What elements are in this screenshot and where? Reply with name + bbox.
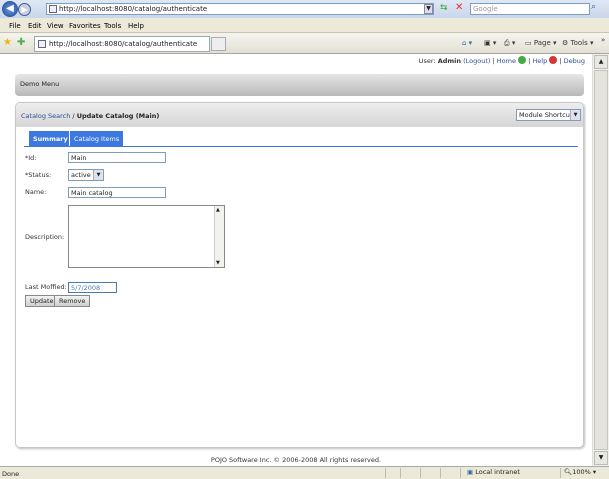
scroll-down-icon[interactable]: ▼ bbox=[594, 451, 608, 465]
id-label: *Id: bbox=[25, 154, 37, 162]
status-divider bbox=[440, 468, 441, 478]
address-input[interactable]: http://localhost:8080/catalog/authentica… bbox=[46, 3, 434, 15]
search-input[interactable]: Google bbox=[470, 3, 590, 15]
browser-tab[interactable]: http://localhost:8080/catalog/authentica… bbox=[34, 36, 210, 52]
search-icon[interactable]: ⌕ bbox=[591, 2, 607, 16]
description-textarea[interactable] bbox=[68, 205, 225, 268]
status-divider bbox=[560, 468, 561, 478]
user-bar: User: Admin (Logout) | Home | Help | Deb… bbox=[418, 56, 585, 65]
tools-menu[interactable]: ⚙ Tools ▾ bbox=[562, 39, 594, 47]
help-link[interactable]: Help bbox=[532, 57, 547, 65]
status-divider bbox=[460, 468, 461, 478]
module-shortcuts-select[interactable]: Module Shortcuts ▼ bbox=[516, 109, 581, 121]
description-label: Description: bbox=[25, 233, 65, 241]
address-bar-row: ◀ ▶ http://localhost:8080/catalog/authen… bbox=[0, 0, 609, 18]
textarea-scrollbar[interactable]: ▲ ▼ bbox=[214, 206, 224, 267]
status-divider bbox=[420, 468, 421, 478]
stop-icon[interactable]: ✕ bbox=[455, 2, 463, 13]
page-scrollbar[interactable]: ▲ ▼ bbox=[592, 54, 609, 466]
status-divider bbox=[400, 468, 401, 478]
chevron-down-icon: ▼ bbox=[93, 170, 103, 180]
feeds-icon[interactable]: ▣ ▾ bbox=[484, 39, 496, 47]
id-input[interactable]: Main bbox=[68, 152, 166, 163]
menu-view[interactable]: View bbox=[47, 22, 64, 30]
menu-tools[interactable]: Tools bbox=[104, 22, 121, 30]
status-divider bbox=[385, 468, 386, 478]
scroll-thumb[interactable] bbox=[594, 70, 608, 450]
address-dropdown-button[interactable]: ▼ bbox=[424, 4, 433, 14]
tab-underline bbox=[24, 146, 578, 147]
status-label: *Status: bbox=[25, 171, 52, 179]
page-title: Update Catalog (Main) bbox=[76, 112, 160, 120]
chevron-down-icon: ▼ bbox=[570, 110, 580, 120]
back-button[interactable]: ◀ bbox=[2, 1, 18, 17]
menu-help[interactable]: Help bbox=[128, 22, 144, 30]
add-favorite-icon[interactable]: ✚ bbox=[17, 37, 25, 48]
print-icon[interactable]: ⎙ ▾ bbox=[504, 39, 515, 48]
home-link[interactable]: Home bbox=[497, 57, 516, 65]
main-panel: Catalog Search / Update Catalog (Main) M… bbox=[15, 102, 584, 448]
name-input[interactable]: Main catalog bbox=[68, 187, 166, 198]
zone-indicator: ▣ Local intranet bbox=[467, 468, 520, 476]
zoom-button[interactable]: 🔍︎100% ▾ bbox=[564, 468, 596, 476]
last-modified-input: 5/7/2008 bbox=[68, 282, 117, 293]
new-tab-button[interactable] bbox=[211, 37, 226, 51]
home-icon bbox=[518, 56, 527, 64]
demo-menu[interactable]: Demo Menu bbox=[15, 74, 584, 96]
debug-link[interactable]: Debug bbox=[564, 57, 585, 65]
status-select[interactable]: active ▼ bbox=[68, 169, 104, 181]
catalog-search-link[interactable]: Catalog Search bbox=[21, 112, 70, 120]
menu-edit[interactable]: Edit bbox=[28, 22, 42, 30]
page-menu[interactable]: ▭ Page ▾ bbox=[525, 39, 557, 47]
scroll-down-icon[interactable]: ▼ bbox=[216, 260, 220, 266]
help-icon bbox=[549, 56, 558, 64]
last-modified-label: Last Moffied: bbox=[25, 283, 67, 291]
remove-button[interactable]: Remove bbox=[54, 295, 91, 307]
scroll-up-icon[interactable]: ▲ bbox=[216, 207, 220, 213]
footer: POJO Software Inc. © 2006-2008 All right… bbox=[210, 456, 382, 464]
menu-file[interactable]: File bbox=[9, 22, 21, 30]
intranet-icon: ▣ bbox=[467, 468, 474, 476]
breadcrumb: Catalog Search / Update Catalog (Main) bbox=[21, 112, 160, 120]
forward-button[interactable]: ▶ bbox=[18, 3, 31, 16]
logout-link[interactable]: (Logout) bbox=[463, 57, 490, 65]
menu-bar: File Edit View Favorites Tools Help bbox=[0, 18, 609, 33]
menu-favorites[interactable]: Favorites bbox=[69, 22, 101, 30]
scroll-up-icon[interactable]: ▲ bbox=[594, 55, 608, 69]
tab-page-icon bbox=[38, 40, 46, 48]
name-label: Name: bbox=[25, 188, 47, 196]
home-icon[interactable]: ⌂ ▾ bbox=[462, 39, 472, 47]
favorites-star-icon[interactable]: ★ bbox=[3, 37, 12, 48]
page-icon bbox=[49, 5, 57, 13]
tab-catalog-items[interactable]: Catalog Items bbox=[69, 131, 124, 147]
refresh-icon[interactable]: ⇆ bbox=[440, 3, 448, 13]
tab-summary[interactable]: Summary bbox=[29, 131, 72, 147]
panel-header: Catalog Search / Update Catalog (Main) M… bbox=[16, 103, 583, 127]
chevron-more-icon[interactable]: » bbox=[601, 36, 605, 44]
